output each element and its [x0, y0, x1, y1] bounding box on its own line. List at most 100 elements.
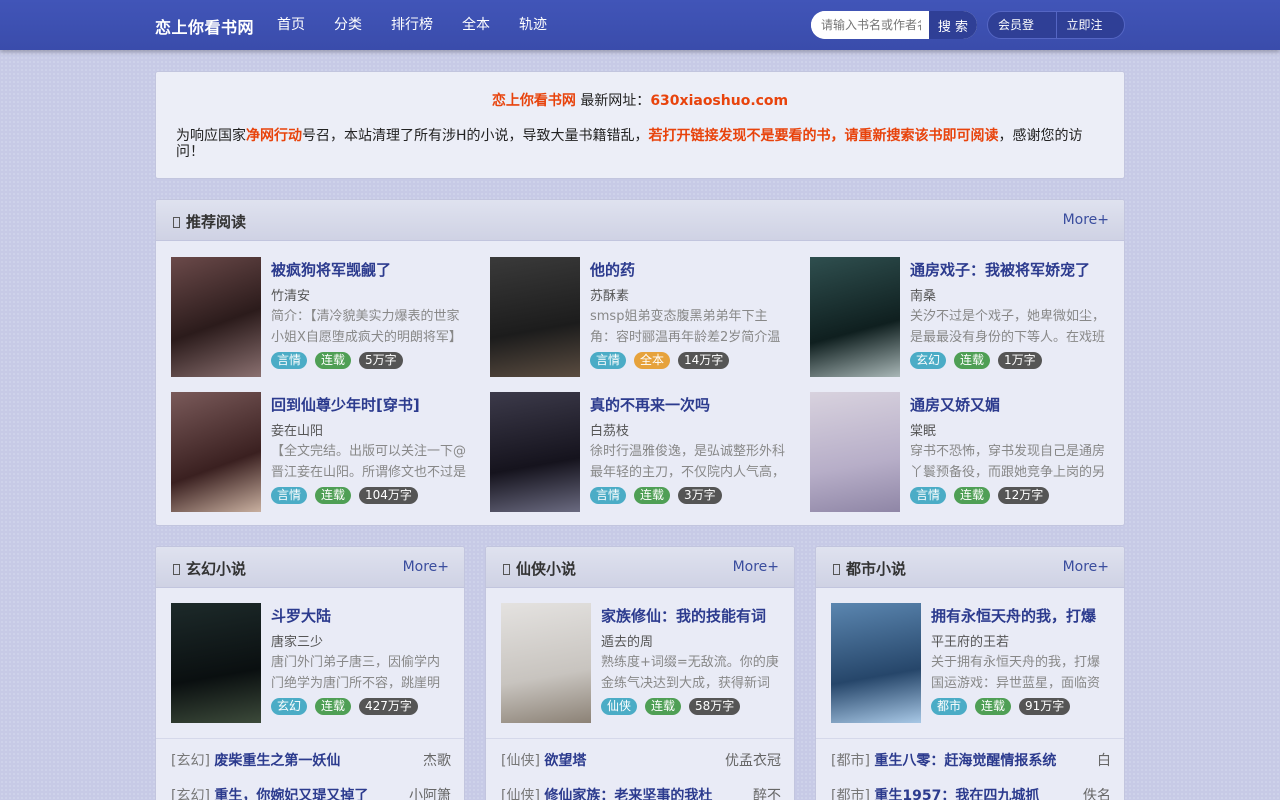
book-cover-image[interactable]	[810, 257, 900, 377]
notice-msg-b: 净网行动	[246, 128, 302, 144]
register-button[interactable]: 立即注册	[1055, 12, 1125, 38]
category-more-link[interactable]: More+	[733, 559, 779, 575]
book-author[interactable]: 南桑	[910, 285, 936, 304]
nav-history[interactable]: 轨迹	[519, 0, 562, 50]
new-url-label: 最新网址：	[580, 93, 651, 109]
nav-ranking[interactable]: 排行榜	[391, 0, 448, 50]
nav-completed[interactable]: 全本	[462, 0, 505, 50]
book-title[interactable]: 家族修仙：我的技能有词	[601, 605, 766, 626]
category-more-link[interactable]: More+	[1063, 559, 1109, 575]
book-icon	[173, 217, 180, 228]
list-item-author[interactable]: 杰歌	[423, 750, 451, 770]
list-item-title[interactable]: 废柴重生之第一妖仙	[214, 753, 340, 769]
book-card[interactable]: 被疯狗将军觊觎了 竹清安 简介：【清冷貌美实力爆表的世家小姐X自愿堕成疯犬的明朗将军…	[171, 257, 471, 377]
list-item[interactable]: [都市] 重生1957：我在四九城抓 佚名	[831, 785, 1111, 800]
list-item-title[interactable]: 欲望塔	[544, 753, 586, 769]
list-item[interactable]: [仙侠] 欲望塔 优孟衣冠	[501, 750, 781, 770]
book-tag: 言情	[590, 352, 627, 369]
recommend-title-text: 推荐阅读	[186, 213, 247, 231]
book-title[interactable]: 通房又娇又媚	[910, 394, 1000, 415]
list-item-title[interactable]: 重生，你婉妃又瑅又掉了	[214, 788, 368, 800]
book-author[interactable]: 苏酥素	[590, 285, 629, 304]
book-card[interactable]: 回到仙尊少年时[穿书] 妾在山阳【全文完结。出版可以关注一下@晋江妾在山阳。所谓修…	[171, 392, 471, 512]
list-item-title[interactable]: 重生1957：我在四九城抓	[874, 788, 1039, 800]
book-cover-image[interactable]	[171, 257, 261, 377]
book-card[interactable]: 他的药苏酥素 smsp姐弟变态腹黑弟弟年下主角：容时郦温再年龄差2岁简介温再1 言情…	[490, 257, 790, 377]
user-buttons: 会员登录 立即注册	[987, 11, 1125, 39]
nav-home[interactable]: 首页	[277, 0, 320, 50]
recommend-more-link[interactable]: More+	[1063, 212, 1109, 228]
top-navbar: 恋上你看书网 首页 分类 排行榜 全本 轨迹 搜 索 会员登录 立即注册	[0, 0, 1280, 50]
book-tag: 连载	[954, 487, 991, 504]
list-item-title[interactable]: 修仙家族：老来坚事的我杜	[544, 788, 712, 800]
login-button[interactable]: 会员登录	[988, 12, 1056, 38]
book-intro: 穿书不恐怖，穿书发现自己是通房丫鬟预备役，而跟她竞争上岗的另	[910, 444, 1106, 480]
notice-msg-d: 若打开链接发现不是要看的书，请重新搜索该书即可阅读	[648, 128, 999, 144]
site-logo[interactable]: 恋上你看书网	[155, 14, 254, 38]
book-author[interactable]: 平王府的王若	[931, 631, 1009, 650]
category-panel: 玄幻小说 More+ 斗罗大陆 唐家三少 唐门外门弟子唐三，因偷学内门绝学为唐门所不容，…	[155, 546, 465, 800]
book-tag: 言情	[271, 352, 308, 369]
book-title[interactable]: 斗罗大陆	[271, 605, 331, 626]
book-author[interactable]: 妾在山阳	[271, 420, 323, 439]
category-header: 都市小说 More+	[816, 547, 1124, 588]
book-title[interactable]: 被疯狗将军觊觎了	[271, 259, 391, 280]
book-card[interactable]: 通房戏子：我被将军娇宠了 南桑 关汐不过是个戏子，她卑微如尘，是最最没有身份的下等人…	[810, 257, 1110, 377]
book-title[interactable]: 他的药	[590, 259, 635, 280]
book-cover-image[interactable]	[831, 603, 921, 723]
book-tag: 仙侠	[601, 698, 638, 715]
book-author[interactable]: 白茘枝	[590, 420, 629, 439]
list-item-author[interactable]: 小阿箫	[409, 785, 451, 800]
search-input[interactable]	[811, 11, 929, 39]
book-card[interactable]: 拥有永恒天舟的我，打爆 平王府的王若 关于拥有永恒天舟的我，打爆国运游戏：异世蓝星，…	[831, 603, 1111, 723]
book-cover-image[interactable]	[810, 392, 900, 512]
list-item[interactable]: [都市] 重生八零：赶海觉醒情报系统 白	[831, 750, 1111, 770]
main-nav: 首页 分类 排行榜 全本 轨迹	[277, 0, 576, 50]
list-item-author[interactable]: 醉不	[753, 785, 781, 800]
category-title: 仙侠小说	[503, 558, 576, 579]
list-item-category: [玄幻]	[171, 788, 210, 800]
book-author[interactable]: 遁去的周	[601, 631, 653, 650]
book-card[interactable]: 斗罗大陆 唐家三少 唐门外门弟子唐三，因偷学内门绝学为唐门所不容，跳崖明 玄幻 连载 42…	[171, 603, 451, 723]
book-intro: 【全文完结。出版可以关注一下@晋江妾在山阳。所谓修文也不过是	[271, 444, 467, 480]
book-card[interactable]: 家族修仙：我的技能有词 遁去的周 熟练度+词缀=无敌流。你的庚金练气决达到大成，获得…	[501, 603, 781, 723]
recommend-title: 推荐阅读	[173, 211, 246, 232]
book-cover-image[interactable]	[501, 603, 591, 723]
book-intro: 徐时行温雅俊逸，是弘诚整形外科最年轻的主刀，不仅院内人气高，	[590, 444, 786, 480]
list-item-category: [都市]	[831, 788, 870, 800]
book-title[interactable]: 回到仙尊少年时[穿书]	[271, 394, 420, 415]
category-title-text: 仙侠小说	[516, 560, 577, 578]
list-item-title[interactable]: 重生八零：赶海觉醒情报系统	[874, 753, 1056, 769]
book-cover-image[interactable]	[171, 603, 261, 723]
nav-category[interactable]: 分类	[334, 0, 377, 50]
book-tag: 58万字	[689, 698, 741, 715]
list-item-category: [玄幻]	[171, 753, 210, 769]
book-cover-image[interactable]	[490, 392, 580, 512]
book-title[interactable]: 拥有永恒天舟的我，打爆	[931, 605, 1096, 626]
list-item[interactable]: [玄幻] 废柴重生之第一妖仙 杰歌	[171, 750, 451, 770]
new-url-link[interactable]: 630xiaoshuo.com	[650, 93, 788, 109]
book-author[interactable]: 棠眠	[910, 420, 936, 439]
list-item[interactable]: [玄幻] 重生，你婉妃又瑅又掉了 小阿箫	[171, 785, 451, 800]
book-author[interactable]: 竹清安	[271, 285, 310, 304]
book-tag: 91万字	[1019, 698, 1071, 715]
list-item-author[interactable]: 白	[1097, 750, 1111, 770]
list-item-author[interactable]: 佚名	[1083, 785, 1111, 800]
list-item[interactable]: [仙侠] 修仙家族：老来坚事的我杜 醉不	[501, 785, 781, 800]
new-url-line: 恋上你看书网 最新网址：630xiaoshuo.com	[156, 90, 1124, 110]
book-cover-image[interactable]	[490, 257, 580, 377]
category-title: 玄幻小说	[173, 558, 246, 579]
book-icon	[833, 564, 840, 575]
search-button[interactable]: 搜 索	[929, 11, 977, 39]
book-title[interactable]: 通房戏子：我被将军娇宠了	[910, 259, 1090, 280]
book-card[interactable]: 真的不再来一次吗 白茘枝徐时行温雅俊逸，是弘诚整形外科最年轻的主刀，不仅院内人气高…	[490, 392, 790, 512]
book-author[interactable]: 唐家三少	[271, 631, 323, 650]
book-tag: 全本	[634, 352, 671, 369]
book-card[interactable]: 通房又娇又媚 棠眠 穿书不恐怖，穿书发现自己是通房丫鬟预备役，而跟她竞争上岗的另 言情…	[810, 392, 1110, 512]
list-item-author[interactable]: 优孟衣冠	[725, 750, 781, 770]
book-intro: smsp姐弟变态腹黑弟弟年下主角：容时郦温再年龄差2岁简介温再1	[590, 309, 781, 345]
category-title: 都市小说	[833, 558, 906, 579]
category-more-link[interactable]: More+	[403, 559, 449, 575]
book-title[interactable]: 真的不再来一次吗	[590, 394, 710, 415]
book-cover-image[interactable]	[171, 392, 261, 512]
